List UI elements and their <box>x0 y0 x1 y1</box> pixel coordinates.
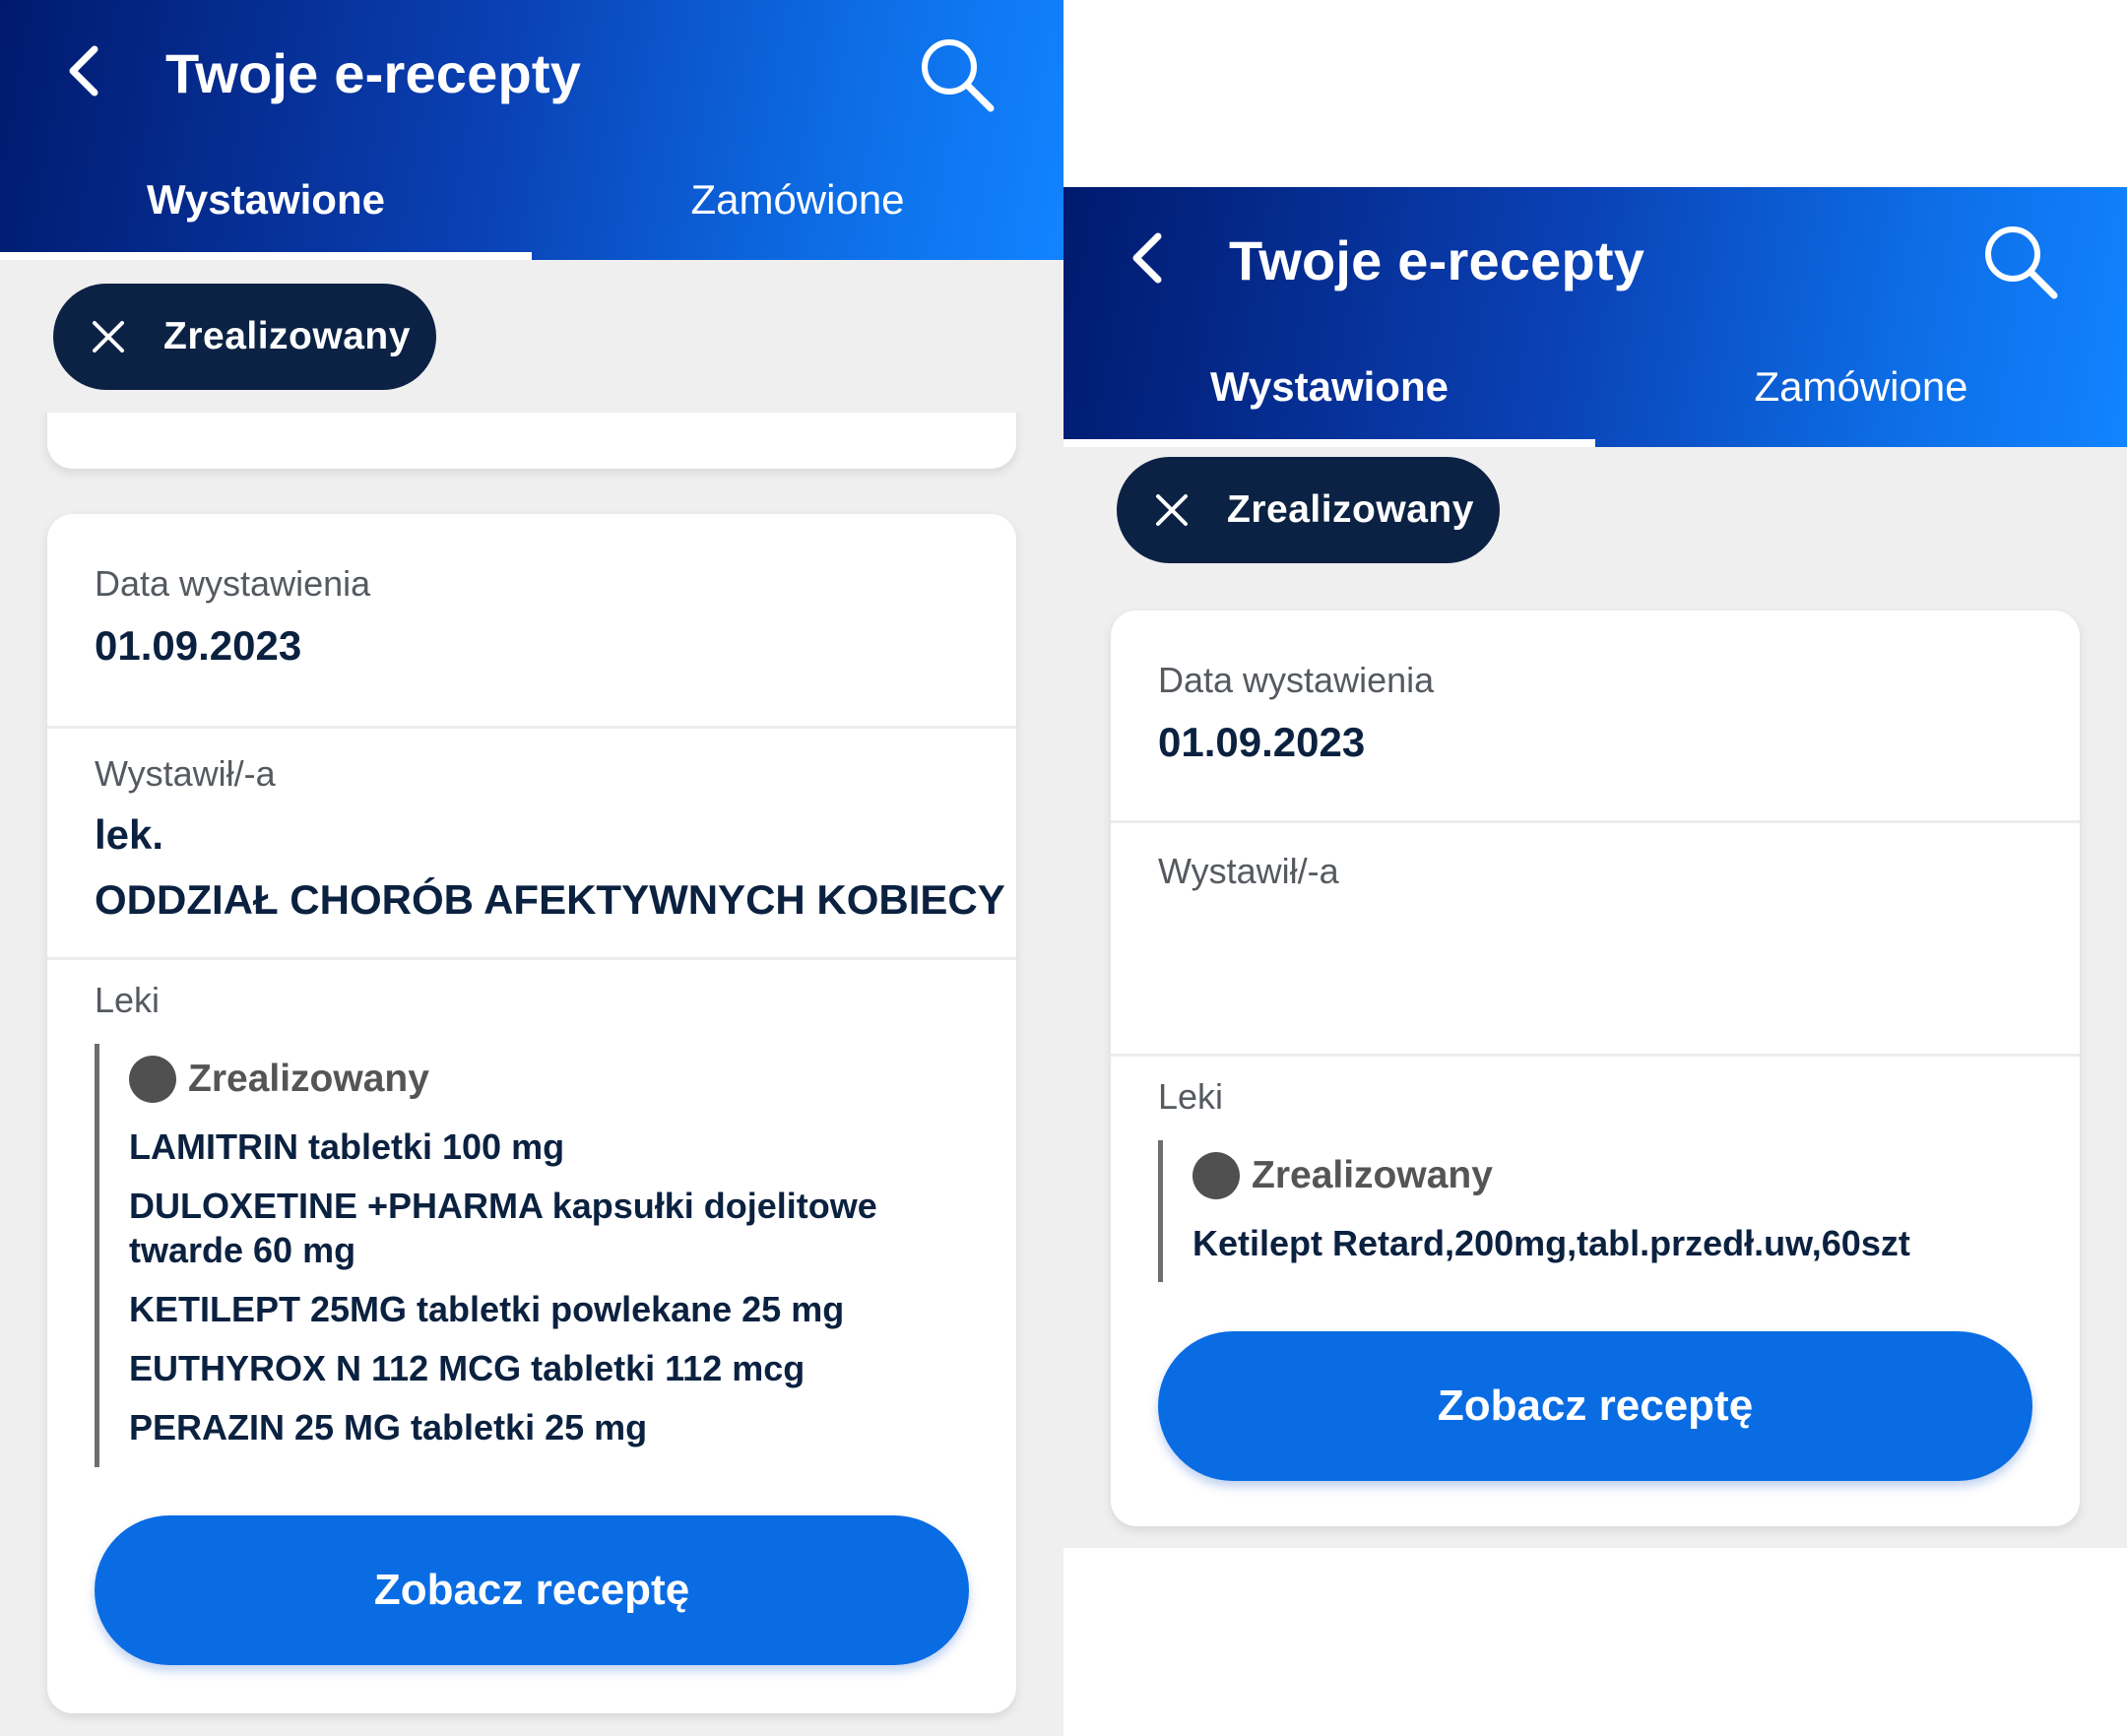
filter-chip-label: Zrealizowany <box>1227 488 1474 531</box>
filter-chip-label: Zrealizowany <box>163 315 411 357</box>
search-icon[interactable] <box>1979 221 2060 301</box>
issue-date-section: Data wystawienia 01.09.2023 <box>47 514 1016 726</box>
med-item: PERAZIN 25 MG tabletki 25 mg <box>129 1407 648 1447</box>
search-icon[interactable] <box>916 33 997 114</box>
filter-chip[interactable]: Zrealizowany <box>1117 457 1500 563</box>
tab-issued[interactable]: Wystawione <box>1064 362 1595 412</box>
page-title: Twoje e-recepty <box>165 42 582 104</box>
filter-chip[interactable]: Zrealizowany <box>53 284 436 390</box>
meds-label: Leki <box>1158 1076 1224 1117</box>
issuer-label: Wystawił/-a <box>95 753 276 794</box>
med-item: EUTHYROX N 112 MCG tabletki 112 mcg <box>129 1348 806 1388</box>
meds-section: Leki Zrealizowany Ketilept Retard,200mg,… <box>1111 1057 2080 1303</box>
issuer-label: Wystawił/-a <box>1158 851 1339 891</box>
view-prescription-button[interactable]: Zobacz receptę <box>1158 1331 2032 1481</box>
med-item: Ketilept Retard,200mg,tabl.przedł.uw,60s… <box>1192 1223 1910 1263</box>
issuer-department: ODDZIAŁ CHORÓB AFEKTYWNYCH KOBIECY <box>95 876 1005 923</box>
tab-ordered[interactable]: Zamówione <box>1595 362 2127 412</box>
filter-bar: Zrealizowany <box>0 260 1064 413</box>
meds-list: Zrealizowany Ketilept Retard,200mg,tabl.… <box>1158 1140 2025 1282</box>
prescription-card: Data wystawienia 01.09.2023 Wystawił/-a … <box>1111 611 2080 1526</box>
back-arrow-icon[interactable] <box>1125 228 1174 288</box>
issue-date-value: 01.09.2023 <box>95 622 302 669</box>
close-icon[interactable] <box>1152 490 1192 530</box>
meds-list: Zrealizowany LAMITRIN tabletki 100 mg DU… <box>95 1044 961 1467</box>
med-item: KETILEPT 25MG tabletki powlekane 25 mg <box>129 1289 845 1329</box>
status-row: Zrealizowany <box>1192 1152 1493 1199</box>
active-tab-indicator <box>0 252 532 260</box>
tab-issued[interactable]: Wystawione <box>0 175 532 225</box>
issuer-section: Wystawił/-a <box>1111 823 2080 1054</box>
tab-ordered[interactable]: Zamówione <box>532 175 1064 225</box>
active-tab-indicator <box>1064 439 1595 447</box>
status-label: Zrealizowany <box>188 1058 429 1100</box>
med-item: LAMITRIN tabletki 100 mg <box>129 1126 565 1167</box>
prescription-card: Data wystawienia 01.09.2023 Wystawił/-a … <box>47 514 1016 1713</box>
status-dot-icon <box>129 1056 176 1103</box>
status-row: Zrealizowany <box>129 1056 429 1103</box>
status-label: Zrealizowany <box>1252 1154 1493 1196</box>
right-screen: Twoje e-recepty Wystawione Zamówione Zre… <box>1064 187 2127 1548</box>
issue-date-value: 01.09.2023 <box>1158 719 1366 765</box>
issue-date-section: Data wystawienia 01.09.2023 <box>1111 611 2080 820</box>
view-prescription-button[interactable]: Zobacz receptę <box>95 1515 969 1665</box>
page-title: Twoje e-recepty <box>1229 229 1645 291</box>
med-item: DULOXETINE +PHARMA kapsułki dojelitowe t… <box>129 1186 877 1270</box>
app-header: Twoje e-recepty Wystawione Zamówione <box>1064 187 2127 447</box>
issuer-section: Wystawił/-a lek. ODDZIAŁ CHORÓB AFEKTYWN… <box>47 729 1016 957</box>
left-screen: Data wystawienia 01.09.2023 Wystawił/-a … <box>0 0 1064 1736</box>
app-header: Twoje e-recepty Wystawione Zamówione <box>0 0 1064 260</box>
issuer-title: lek. <box>95 811 164 858</box>
screenshot-composite: Data wystawienia 01.09.2023 Wystawił/-a … <box>0 0 2127 1736</box>
status-dot-icon <box>1192 1152 1240 1199</box>
back-arrow-icon[interactable] <box>61 41 110 100</box>
issue-date-label: Data wystawienia <box>95 563 371 604</box>
close-icon[interactable] <box>89 317 128 356</box>
issue-date-label: Data wystawienia <box>1158 660 1435 700</box>
meds-section: Leki Zrealizowany LAMITRIN tabletki 100 … <box>47 960 1016 1472</box>
meds-label: Leki <box>95 980 161 1020</box>
